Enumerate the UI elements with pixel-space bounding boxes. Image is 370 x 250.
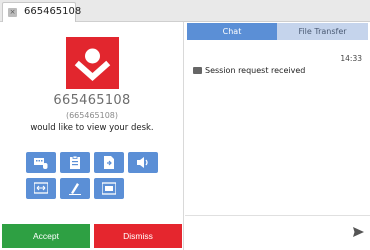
file-transfer-toggle[interactable] — [94, 152, 124, 173]
system-message: Session request received — [193, 66, 305, 75]
clipboard-icon — [70, 156, 80, 169]
keyboard-mouse-icon — [34, 158, 48, 169]
block-input-icon — [102, 182, 116, 195]
chat-input[interactable] — [189, 222, 347, 244]
remote-id: 665465108 — [53, 93, 131, 108]
recording-toggle[interactable] — [60, 178, 90, 199]
restart-toggle[interactable] — [26, 178, 56, 199]
block-input-toggle[interactable] — [94, 178, 124, 199]
request-message: would like to view your desk. — [30, 123, 154, 133]
chat-panel: Chat File Transfer 14:33 Session request… — [185, 22, 370, 250]
dismiss-button[interactable]: Dismiss — [94, 224, 182, 248]
audio-icon — [137, 157, 148, 168]
tab-file-transfer[interactable]: File Transfer — [277, 23, 368, 40]
keyboard-mouse-toggle[interactable] — [26, 152, 56, 173]
tab-bar: × 665465108 — [0, 0, 370, 22]
accept-button[interactable]: Accept — [2, 224, 90, 248]
chat-divider — [185, 215, 370, 216]
send-icon[interactable] — [353, 227, 364, 237]
close-icon[interactable]: × — [8, 8, 17, 17]
session-tab[interactable]: × 665465108 — [2, 2, 81, 22]
session-tab-label: 665465108 — [24, 6, 82, 17]
message-timestamp: 14:33 — [340, 54, 362, 63]
system-message-text: Session request received — [205, 66, 306, 75]
message-icon — [193, 67, 202, 74]
recording-icon — [69, 183, 81, 195]
remote-id-secondary: (665465108) — [65, 111, 119, 120]
file-transfer-icon — [104, 156, 114, 169]
restart-icon — [34, 182, 48, 194]
app-logo-icon — [66, 37, 119, 89]
audio-toggle[interactable] — [128, 152, 158, 173]
tab-chat[interactable]: Chat — [187, 23, 277, 40]
connection-panel: 665465108 (665465108) would like to view… — [0, 22, 184, 250]
clipboard-toggle[interactable] — [60, 152, 90, 173]
